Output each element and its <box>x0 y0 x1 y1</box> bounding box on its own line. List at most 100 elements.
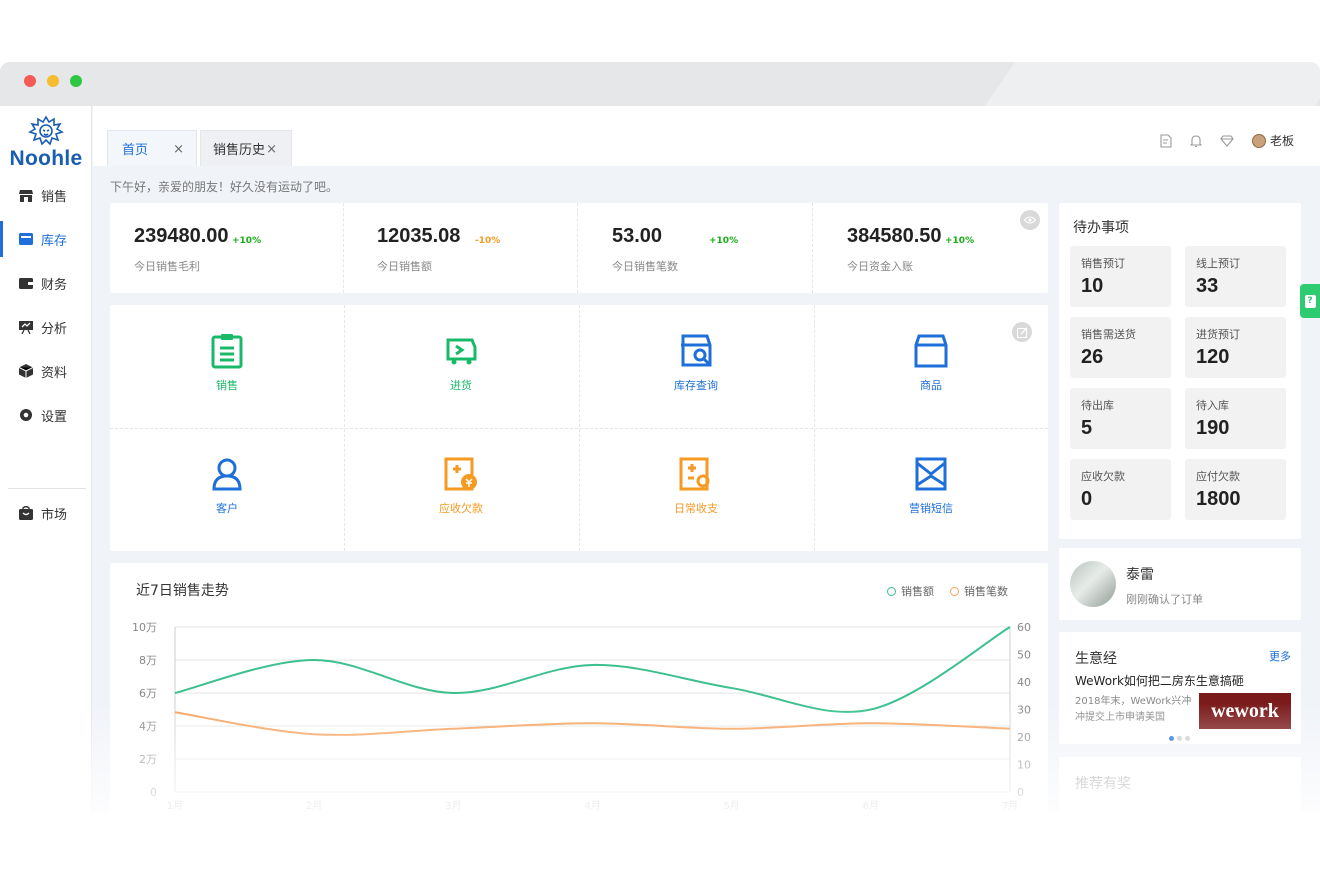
stat-change: +10% <box>945 236 975 246</box>
business-tips-card: 生意经 更多 WeWork如何把二房东生意搞砸 2018年末，WeWork兴冲冲… <box>1059 632 1301 744</box>
y-tick-left: 10万 <box>132 621 157 634</box>
y-tick-right: 10 <box>1017 759 1031 772</box>
x-tick: 7月 <box>1002 800 1018 812</box>
truck-icon <box>441 331 481 371</box>
pager-dot[interactable] <box>1169 736 1174 741</box>
wallet-icon <box>18 275 34 291</box>
chart-title: 近7日销售走势 <box>136 583 229 599</box>
sidebar-item-analysis[interactable]: 分析 <box>0 309 92 345</box>
minimize-window-button[interactable] <box>47 75 59 87</box>
stat-label: 今日销售笔数 <box>612 260 678 273</box>
quick-label: 营销短信 <box>909 502 953 515</box>
edit-shortcuts-button[interactable] <box>1012 322 1032 342</box>
article-excerpt: 2018年末，WeWork兴冲冲提交上市申请美国 <box>1075 696 1192 723</box>
quick-daily-ledger[interactable]: 日常收支 <box>579 428 813 551</box>
pager-dot[interactable] <box>1177 736 1182 741</box>
stat-change: -10% <box>475 236 501 246</box>
todo-sales-delivery[interactable]: 销售需送货 26 <box>1070 317 1171 378</box>
sidebar-item-settings[interactable]: 设置 <box>0 397 92 433</box>
bell-icon[interactable] <box>1189 134 1202 148</box>
header-toolbar: 老板 <box>1160 132 1294 149</box>
x-tick: 4月 <box>584 800 600 812</box>
y-tick-left: 4万 <box>139 720 157 733</box>
todo-title: 待办事项 <box>1073 220 1129 236</box>
tab-home[interactable]: 首页 × <box>107 130 197 166</box>
quick-sales[interactable]: 销售 <box>110 305 344 428</box>
x-tick: 6月 <box>863 800 879 812</box>
help-button[interactable]: ? <box>1300 284 1320 318</box>
document-icon[interactable] <box>1160 133 1172 148</box>
user-menu[interactable]: 老板 <box>1251 132 1294 149</box>
tab-sales-history[interactable]: 销售历史 × <box>200 130 292 166</box>
todo-purchase-booking[interactable]: 进货预订 120 <box>1185 317 1286 378</box>
legend-item-count[interactable]: 销售笔数 <box>950 583 1008 599</box>
quick-stock-query[interactable]: 库存查询 <box>579 305 813 428</box>
article-thumbnail[interactable]: wework <box>1199 693 1291 729</box>
stat-label: 今日资金入账 <box>847 260 913 273</box>
maximize-window-button[interactable] <box>70 75 82 87</box>
sms-icon <box>911 454 951 494</box>
legend-item-sales[interactable]: 销售额 <box>887 583 934 599</box>
y-tick-right: 0 <box>1017 786 1024 799</box>
title-bar <box>0 62 1320 106</box>
cube-icon <box>18 363 34 379</box>
sales-trend-chart: 0 2万 4万 6万 8万 10万 0 10 20 30 40 50 60 1月 2月 3月 4月 5月 6月 7月 <box>132 621 1031 812</box>
quick-label: 库存查询 <box>674 379 718 392</box>
series-line-count <box>174 711 1011 736</box>
todo-label: 待出库 <box>1081 399 1114 412</box>
analysis-icon <box>18 319 34 335</box>
todo-online-booking[interactable]: 线上预订 33 <box>1185 246 1286 307</box>
sidebar-item-sales[interactable]: 销售 <box>0 177 92 213</box>
app-body: Noohle 销售 库存 财务 分析 资料 设置 市场 首页 × 销售历史 × … <box>0 106 1320 812</box>
todo-sales-booking[interactable]: 销售预订 10 <box>1070 246 1171 307</box>
gear-icon <box>18 407 34 423</box>
quick-marketing-sms[interactable]: 营销短信 <box>814 428 1048 551</box>
quick-receivables[interactable]: 应收欠款 <box>344 428 578 551</box>
stat-label: 今日销售额 <box>377 260 432 273</box>
toggle-visibility-button[interactable] <box>1020 210 1040 230</box>
clipboard-icon <box>207 331 247 371</box>
ledger-icon <box>676 454 716 494</box>
y-tick-left: 2万 <box>139 753 157 766</box>
todo-pending-outbound[interactable]: 待出库 5 <box>1070 388 1171 449</box>
quick-actions-card: 销售 进货 库存查询 商品 客户 应收欠款 日常收支 营销短信 <box>110 305 1048 551</box>
y-tick-left: 0 <box>150 786 157 799</box>
quick-label: 日常收支 <box>674 502 718 515</box>
sales-trend-card: 0 2万 4万 6万 8万 10万 0 10 20 30 40 50 60 1月 2月 3月 4月 5月 6月 7月 … <box>110 563 1048 812</box>
tab-close-icon[interactable]: × <box>266 142 277 157</box>
tab-close-icon[interactable]: × <box>173 142 184 157</box>
quick-customers[interactable]: 客户 <box>110 428 344 551</box>
y-tick-right: 20 <box>1017 731 1031 744</box>
pager-dot[interactable] <box>1185 736 1190 741</box>
sidebar-item-market[interactable]: 市场 <box>0 495 92 531</box>
store-search-icon <box>676 331 716 371</box>
todo-pending-inbound[interactable]: 待入库 190 <box>1185 388 1286 449</box>
diamond-icon[interactable] <box>1220 134 1234 147</box>
todo-receivables[interactable]: 应收欠款 0 <box>1070 459 1171 520</box>
legend-marker <box>950 586 959 596</box>
help-icon: ? <box>1304 294 1316 308</box>
activity-notice-card[interactable]: 泰雷 刚刚确认了订单 <box>1059 548 1301 620</box>
sidebar-item-finance[interactable]: 财务 <box>0 265 92 301</box>
y-tick-left: 6万 <box>139 687 157 700</box>
quick-label: 进货 <box>450 379 472 392</box>
user-name: 老板 <box>1269 134 1294 148</box>
quick-purchase[interactable]: 进货 <box>344 305 578 428</box>
series-line-sales <box>174 626 1011 713</box>
sidebar-item-data[interactable]: 资料 <box>0 353 92 389</box>
todo-label: 销售需送货 <box>1081 328 1136 341</box>
sidebar-item-inventory[interactable]: 库存 <box>0 221 92 257</box>
section-title: 生意经 <box>1075 651 1117 667</box>
todo-payables[interactable]: 应付欠款 1800 <box>1185 459 1286 520</box>
todo-value: 190 <box>1196 417 1230 439</box>
article-title[interactable]: WeWork如何把二房东生意搞砸 <box>1075 672 1244 689</box>
legend-label: 销售笔数 <box>964 585 1008 598</box>
more-link[interactable]: 更多 <box>1269 648 1291 664</box>
receivable-icon <box>441 454 481 494</box>
top-header: 首页 × 销售历史 × 老板 <box>93 106 1320 166</box>
todo-value: 5 <box>1081 417 1093 439</box>
close-window-button[interactable] <box>24 75 36 87</box>
shop-icon <box>18 187 34 203</box>
quick-products[interactable]: 商品 <box>814 305 1048 428</box>
section-title: 推荐有奖 <box>1075 776 1131 792</box>
